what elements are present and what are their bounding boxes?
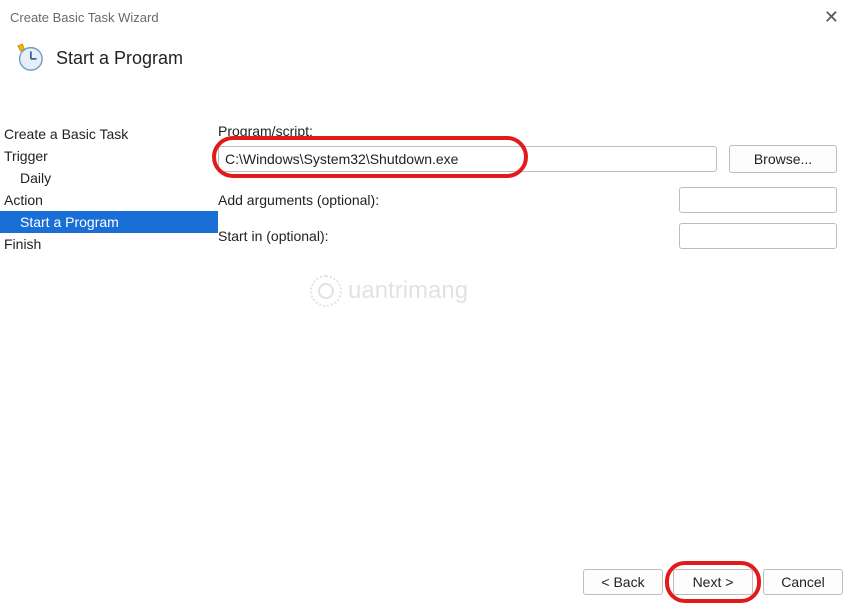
wizard-header: Start a Program [0,30,857,93]
watermark: uantrimang [310,275,468,307]
watermark-icon [310,275,342,307]
program-script-input[interactable] [218,146,717,172]
sidebar-step-action[interactable]: Action [0,189,218,211]
arguments-label: Add arguments (optional): [218,192,379,208]
startin-input[interactable] [679,223,837,249]
sidebar-substep-daily[interactable]: Daily [0,167,218,189]
sidebar-substep-start-program[interactable]: Start a Program [0,211,218,233]
window-title: Create Basic Task Wizard [10,10,159,25]
arguments-input[interactable] [679,187,837,213]
program-input-wrap [218,146,717,172]
clock-icon [14,42,44,75]
sidebar-step-trigger[interactable]: Trigger [0,145,218,167]
sidebar-step-finish[interactable]: Finish [0,233,218,255]
watermark-text: uantrimang [348,277,468,305]
close-icon[interactable]: ✕ [818,8,845,26]
titlebar: Create Basic Task Wizard ✕ [0,0,857,30]
startin-label: Start in (optional): [218,228,329,244]
cancel-button[interactable]: Cancel [763,569,843,595]
back-button[interactable]: < Back [583,569,663,595]
wizard-content: Program/script: Browse... Add arguments … [218,123,857,259]
wizard-body: Create a Basic Task Trigger Daily Action… [0,123,857,259]
browse-button[interactable]: Browse... [729,145,837,173]
page-title: Start a Program [56,48,183,69]
program-script-label: Program/script: [218,123,418,139]
sidebar-step-create[interactable]: Create a Basic Task [0,123,218,145]
wizard-footer: < Back Next > Cancel [583,569,843,595]
next-button[interactable]: Next > [673,569,753,595]
wizard-sidebar: Create a Basic Task Trigger Daily Action… [0,123,218,259]
